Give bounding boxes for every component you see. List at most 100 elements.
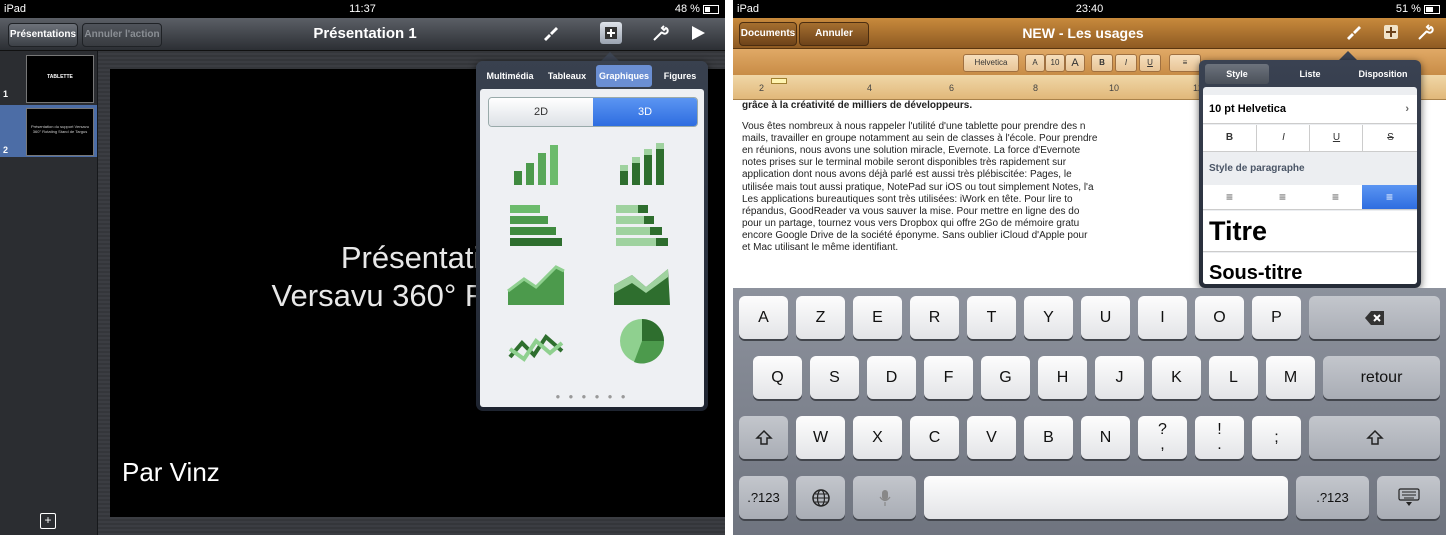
key[interactable]: H — [1038, 356, 1087, 399]
space-bar[interactable] — [924, 476, 1288, 519]
key[interactable]: G — [981, 356, 1030, 399]
underline-button[interactable]: U — [1309, 125, 1363, 151]
paintbrush-icon[interactable] — [1343, 23, 1363, 43]
key[interactable]: K — [1152, 356, 1201, 399]
toolbar: Documents Annuler l'action NEW - Les usa… — [733, 18, 1446, 61]
numbers-key-left[interactable]: .?123 — [739, 476, 788, 519]
add-slide-button[interactable]: + — [40, 513, 56, 529]
key[interactable]: N — [1081, 416, 1130, 459]
slide-navigator: TABLETTE 1 Présentation du support Versa… — [0, 51, 98, 535]
return-key[interactable]: retour — [1323, 356, 1440, 399]
exclaim-period-key[interactable]: ! . — [1195, 416, 1244, 459]
align-button[interactable]: ≡ — [1169, 54, 1201, 72]
globe-key[interactable] — [796, 476, 845, 519]
battery: 51 % — [1396, 0, 1440, 18]
shift-key-right[interactable] — [1309, 416, 1440, 459]
slide-number: 2 — [3, 145, 9, 155]
wrench-icon[interactable] — [1415, 23, 1435, 43]
clock: 11:37 — [349, 3, 376, 15]
key[interactable]: I — [1138, 296, 1187, 339]
slide-subtitle[interactable]: Par Vinz — [122, 457, 220, 488]
underline-button[interactable]: U — [1139, 54, 1161, 72]
3d-pie-chart-icon[interactable] — [612, 317, 672, 365]
insert-icon[interactable] — [1381, 23, 1401, 43]
backspace-key[interactable] — [1309, 296, 1440, 339]
italic-button[interactable]: I — [1256, 125, 1310, 151]
segment-3d[interactable]: 3D — [593, 98, 697, 126]
strikethrough-button[interactable]: S — [1362, 125, 1417, 151]
tab-tableaux[interactable]: Tableaux — [542, 65, 592, 87]
dictation-key[interactable] — [853, 476, 916, 519]
key[interactable]: W — [796, 416, 845, 459]
3d-area-chart-icon[interactable] — [506, 261, 566, 309]
semicolon-key[interactable]: ; — [1252, 416, 1301, 459]
key[interactable]: Q — [753, 356, 802, 399]
font-size: 10 — [1045, 54, 1065, 72]
key[interactable]: V — [967, 416, 1016, 459]
play-icon[interactable] — [688, 24, 708, 44]
tab-multimedia[interactable]: Multimédia — [482, 65, 538, 87]
question-comma-key[interactable]: ? , — [1138, 416, 1187, 459]
segment-2d[interactable]: 2D — [489, 98, 593, 126]
tab-style[interactable]: Style — [1205, 64, 1269, 84]
key[interactable]: M — [1266, 356, 1315, 399]
font-row[interactable]: 10 pt Helvetica › — [1203, 95, 1417, 124]
3d-bar-chart-icon[interactable] — [506, 201, 566, 249]
key[interactable]: T — [967, 296, 1016, 339]
tab-disposition[interactable]: Disposition — [1349, 64, 1417, 84]
tab-graphiques[interactable]: Graphiques — [596, 65, 652, 87]
key[interactable]: R — [910, 296, 959, 339]
italic-button[interactable]: I — [1115, 54, 1137, 72]
3d-line-chart-icon[interactable] — [506, 321, 566, 369]
key[interactable]: C — [910, 416, 959, 459]
key[interactable]: F — [924, 356, 973, 399]
undo-button[interactable]: Annuler l'action — [82, 23, 162, 47]
slide-number: 1 — [3, 89, 9, 99]
align-justify-icon[interactable]: ≡ — [1362, 185, 1417, 209]
key[interactable]: Z — [796, 296, 845, 339]
key[interactable]: E — [853, 296, 902, 339]
align-center-icon[interactable]: ≡ — [1256, 185, 1309, 209]
key[interactable]: U — [1081, 296, 1130, 339]
3d-column-chart-icon[interactable] — [506, 141, 566, 189]
shift-key-left[interactable] — [739, 416, 788, 459]
increase-size-button[interactable]: A — [1065, 54, 1085, 72]
globe-icon — [811, 489, 830, 507]
slide-preview: TABLETTE — [26, 55, 94, 103]
indent-marker[interactable] — [771, 78, 787, 84]
key[interactable]: J — [1095, 356, 1144, 399]
key[interactable]: Y — [1024, 296, 1073, 339]
key[interactable]: D — [867, 356, 916, 399]
decrease-size-button[interactable]: A — [1025, 54, 1045, 72]
key[interactable]: A — [739, 296, 788, 339]
bold-button[interactable]: B — [1203, 125, 1256, 151]
insert-icon[interactable] — [600, 22, 622, 44]
3d-stacked-column-chart-icon[interactable] — [612, 141, 672, 189]
key-bottom: . — [1217, 436, 1222, 453]
undo-button[interactable]: Annuler l'action — [799, 22, 869, 61]
tab-liste[interactable]: Liste — [1275, 64, 1345, 84]
3d-stacked-bar-chart-icon[interactable] — [612, 201, 672, 249]
key[interactable]: S — [810, 356, 859, 399]
presentations-button[interactable]: Présentations — [8, 23, 78, 47]
documents-button[interactable]: Documents — [739, 22, 797, 46]
bold-button[interactable]: B — [1091, 54, 1113, 72]
key[interactable]: P — [1252, 296, 1301, 339]
key[interactable]: O — [1195, 296, 1244, 339]
hide-keyboard-key[interactable] — [1377, 476, 1440, 519]
3d-stacked-area-chart-icon[interactable] — [612, 261, 672, 309]
style-item-titre[interactable]: Titre — [1203, 211, 1417, 252]
align-left-icon[interactable]: ≡ — [1203, 185, 1256, 209]
numbers-key-right[interactable]: .?123 — [1296, 476, 1369, 519]
tab-figures[interactable]: Figures — [656, 65, 704, 87]
key[interactable]: L — [1209, 356, 1258, 399]
key[interactable]: B — [1024, 416, 1073, 459]
wrench-icon[interactable] — [650, 24, 670, 44]
font-button[interactable]: Helvetica — [963, 54, 1019, 72]
slide-thumbnail-1[interactable]: TABLETTE 1 — [0, 51, 97, 103]
key[interactable]: X — [853, 416, 902, 459]
slide-thumbnail-2[interactable]: Présentation du support Versavu 360° Rot… — [0, 105, 97, 157]
style-item-next[interactable]: Sous-titre — [1203, 253, 1417, 284]
align-right-icon[interactable]: ≡ — [1309, 185, 1362, 209]
paintbrush-icon[interactable] — [540, 24, 560, 44]
